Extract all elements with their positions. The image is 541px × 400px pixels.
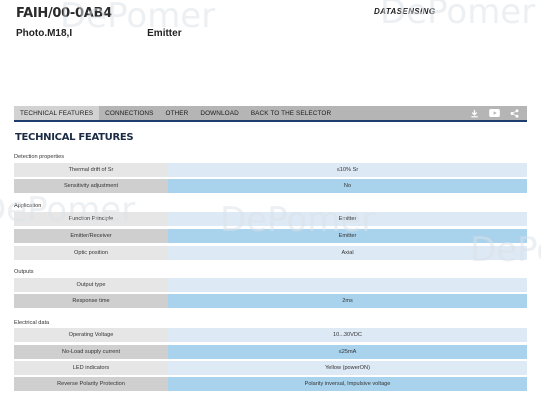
share-icon[interactable]	[510, 108, 519, 118]
group-label-detection: Detection properties	[14, 154, 65, 160]
row-value: ≤10% Sr	[168, 163, 527, 177]
tab-other[interactable]: OTHER	[160, 106, 195, 120]
table-row: No-Load supply current ≤25mA	[14, 345, 527, 359]
tab-technical-features[interactable]: TECHNICAL FEATURES	[14, 106, 100, 120]
row-key: Response time	[14, 294, 168, 308]
table-row: Function Principle Emitter	[14, 212, 527, 226]
tab-connections[interactable]: CONNECTIONS	[99, 106, 159, 120]
row-value: Polarity inversal, Impulsive voltage	[168, 377, 527, 391]
group-label-application: Application	[14, 203, 42, 209]
download-icon[interactable]	[470, 109, 479, 118]
row-key: Sensitivity adjustment	[14, 179, 168, 193]
row-key: Function Principle	[14, 212, 168, 226]
row-value: Axial	[168, 246, 527, 260]
row-value: Emitter	[168, 229, 527, 243]
row-value: No	[168, 179, 527, 193]
row-key: Thermal drift of Sr	[14, 163, 168, 177]
product-code: FAIH/00-0AB4	[16, 6, 112, 21]
row-key: Optic position	[14, 246, 168, 260]
video-icon[interactable]	[489, 109, 500, 117]
row-value: 2ms	[168, 294, 527, 308]
group-label-outputs: Outputs	[14, 269, 34, 275]
tab-back-to-selector[interactable]: BACK TO THE SELECTOR	[245, 106, 337, 120]
group-label-electrical: Electrical data	[14, 320, 50, 326]
table-row: Response time 2ms	[14, 294, 527, 308]
row-value: ≤25mA	[168, 345, 527, 359]
nav-actions	[470, 108, 527, 118]
brand-logo: DATASENSING	[374, 7, 436, 16]
tab-download[interactable]: DOWNLOAD	[194, 106, 244, 120]
table-row: Reverse Polarity Protection Polarity inv…	[14, 377, 527, 391]
row-value: 10...30VDC	[168, 328, 527, 342]
row-value: Emitter	[168, 212, 527, 226]
table-row: Operating Voltage 10...30VDC	[14, 328, 527, 342]
row-key: Operating Voltage	[14, 328, 168, 342]
row-value	[168, 278, 527, 292]
table-row: Thermal drift of Sr ≤10% Sr	[14, 163, 527, 177]
row-key: Reverse Polarity Protection	[14, 377, 168, 391]
row-key: Emitter/Receiver	[14, 229, 168, 243]
table-row: Optic position Axial	[14, 246, 527, 260]
table-row: Sensitivity adjustment No	[14, 179, 527, 193]
section-title: TECHNICAL FEATURES	[15, 132, 134, 143]
row-key: LED indicators	[14, 361, 168, 375]
row-key: No-Load supply current	[14, 345, 168, 359]
tab-bar: TECHNICAL FEATURES CONNECTIONS OTHER DOW…	[14, 106, 527, 122]
watermark: DePomer	[380, 0, 536, 32]
row-value: Yellow (powerON)	[168, 361, 527, 375]
row-key: Output type	[14, 278, 168, 292]
table-row: Output type	[14, 278, 527, 292]
table-row: LED indicators Yellow (powerON)	[14, 361, 527, 375]
product-title: Photo.M18,I Emitter	[16, 28, 182, 39]
table-row: Emitter/Receiver Emitter	[14, 229, 527, 243]
